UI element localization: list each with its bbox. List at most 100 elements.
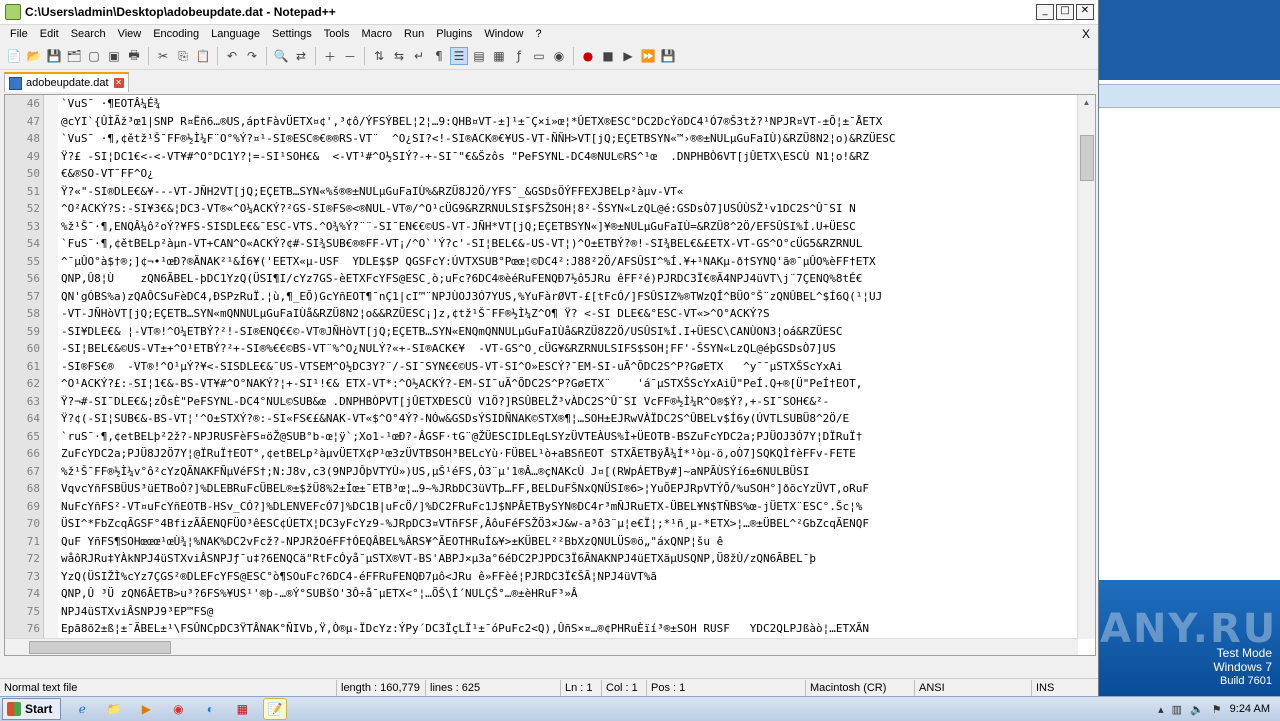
network-icon[interactable]: ▥ [1172,703,1182,716]
media-player-icon[interactable]: ▶ [135,699,157,719]
horizontal-scroll-thumb[interactable] [29,641,171,654]
menu-encoding[interactable]: Encoding [147,28,205,40]
save-macro-icon[interactable]: 💾 [659,47,677,65]
tray-expand-icon[interactable]: ▴ [1158,703,1164,716]
print-icon[interactable]: 🖶 [125,47,143,65]
code-line[interactable]: QuF YñFS¶SOHœœœ¹œÙ¾¦%NAK%DC2vFcž?-NPJRžO… [61,533,1077,551]
clock[interactable]: 9:24 AM [1230,703,1270,715]
redo-icon[interactable]: ↷ [243,47,261,65]
code-line[interactable]: -SI®FS€® -VT®!^O¹µÝ?¥<-SISDLE€&¯US-VTSEM… [61,358,1077,376]
copy-icon[interactable]: ⎘ [174,47,192,65]
code-line[interactable]: `VuS¯ ·¶EOTÂ¼É¾ [61,95,1077,113]
code-line[interactable]: Ÿ?¬#-SI¯DLE€&¦zÔsÈ"PeFSYNL-DC4°NUL©SUB&œ… [61,393,1077,411]
zoom-in-icon[interactable]: ＋ [321,47,339,65]
code-line[interactable]: wåôRJRu‡YÀkNPJ4üSTXviÂSNPJƒ¯u‡?6ENQCä"Rt… [61,550,1077,568]
language-define-icon[interactable]: ▤ [470,47,488,65]
menu-search[interactable]: Search [65,28,112,40]
play-macro-icon[interactable]: ▶ [619,47,637,65]
code-line[interactable]: €&®SO-VT¯FF^O¿ [61,165,1077,183]
code-line[interactable]: NPJ4üSTXviÂSNPJ9³EP™FS@ [61,603,1077,621]
code-line[interactable]: Epã8õ2±ß¦±¯ÃBEL±¹\FSÛNCpDC3ŸTÂNAK°ÑIVb,Ÿ… [61,620,1077,638]
close-document-x[interactable]: X [1082,27,1090,41]
horizontal-scrollbar[interactable] [5,638,1078,655]
open-file-icon[interactable]: 📂 [25,47,43,65]
code-line[interactable]: -SI¦BEL€&©US-VT±+^O¹ETBÝ?²+-SI®%€€©BS-VT… [61,340,1077,358]
edge-icon[interactable]: ◐ [199,699,221,719]
menu-window[interactable]: Window [478,28,529,40]
code-line[interactable]: VqvcYñFSBÜUS³üETBoÒ?]%DLEBRuFcÜBEL®±$žÜ8… [61,480,1077,498]
code-line[interactable]: Ÿ?«"-SI®DLE€&¥---VT-JÑH2VT[jQ;EÇETB…SYN«… [61,183,1077,201]
cut-icon[interactable]: ✂ [154,47,172,65]
code-line[interactable]: QNP,Û8¦Ù zQN6ÃBEL-þDC1YzQ(ÜSI¶I/cYz7GS-è… [61,270,1077,288]
tab-adobeupdate[interactable]: adobeupdate.dat ✕ [4,72,129,92]
title-bar[interactable]: C:\Users\admin\Desktop\adobeupdate.dat -… [0,0,1098,25]
folder-as-workspace-icon[interactable]: ▭ [530,47,548,65]
code-line[interactable]: ^O¹ACKÝ?£:-SI¦1€&-BS-VT¥#^O°NAKÝ?¦+-SI¹!… [61,375,1077,393]
editor-area[interactable]: 46 47 48 49 50 51 52 53 54 55 56 57 58 59 60 61 62 63 64 65… [4,94,1096,656]
code-line[interactable]: %ž¹Š¯·¶,ENQÂ¼ô²oÝ?¥FS-SISDLE€&¯ESC-VTS.^… [61,218,1077,236]
vertical-scroll-thumb[interactable] [1080,135,1094,181]
chrome-icon[interactable]: ◉ [167,699,189,719]
code-text-area[interactable]: `VuS¯ ·¶EOTÂ¼É¾ @cYI`{ÛÌÃž³œ1|SNP R¤Ëñ6…®… [61,95,1077,655]
record-macro-icon[interactable]: ● [579,47,597,65]
code-line[interactable]: `FuS¯·¶,¢ětBELp²àµn-VT+CAN^O«ACKÝ?¢#-SI¾… [61,235,1077,253]
menu-view[interactable]: View [112,28,148,40]
paste-icon[interactable]: 📋 [194,47,212,65]
code-line[interactable]: Ÿ?¢(-SI¦SUB€&-BS-VT¦'^O±STXÝ?®:-SI«FS€£&… [61,410,1077,428]
menu-file[interactable]: File [4,28,34,40]
minimize-button[interactable]: _ [1036,4,1054,20]
monitoring-icon[interactable]: ◉ [550,47,568,65]
code-line[interactable]: `ruS¯·¶,¢etBELþ²2ž?-NPJRUSFèFS¤öŽ@SUB°b-… [61,428,1077,446]
code-line[interactable]: -SI¥DLE€& ¦-VT®!^O¼ETBÝ?²!-SI®ENQ€€©-VT®… [61,323,1077,341]
menu-settings[interactable]: Settings [266,28,318,40]
replace-icon[interactable]: ⇄ [292,47,310,65]
maximize-button[interactable]: □ [1056,4,1074,20]
stop-macro-icon[interactable]: ■ [599,47,617,65]
menu-edit[interactable]: Edit [34,28,65,40]
close-file-icon[interactable]: ▢ [85,47,103,65]
code-line[interactable]: ÜSI^*FbZcqÃGSF°4BfizÃÃENQFÜO³êESC¢ÚETX¦D… [61,515,1077,533]
tab-close-icon[interactable]: ✕ [113,78,124,88]
menu-help[interactable]: ? [529,28,547,40]
menu-run[interactable]: Run [398,28,430,40]
close-all-icon[interactable]: ▣ [105,47,123,65]
word-wrap-icon[interactable]: ↵ [410,47,428,65]
code-line[interactable]: QNP,Û ³Ü zQN6ÃETB>u³?6FS%¥US¹'®þ-…®Ý°SUB… [61,585,1077,603]
save-all-icon[interactable]: 🗂 [65,47,83,65]
code-line[interactable]: ZuFcYDC2a;PJÜ8J2Ö7Y¦@ÏRuÏ†EOT°,¢etBELp²à… [61,445,1077,463]
code-line[interactable]: -VT-JÑHòVT[jQ;EÇETB…SYN«mQNNULµGuFaIÙå&R… [61,305,1077,323]
function-list-icon[interactable]: ƒ [510,47,528,65]
zoom-out-icon[interactable]: － [341,47,359,65]
start-button[interactable]: Start [2,698,62,720]
document-map-icon[interactable]: ▦ [490,47,508,65]
app-grid-icon[interactable]: ▦ [231,699,253,719]
code-line[interactable]: NuFcYñFS²-VT¤uFcYñEOTB-HSv_CÓ?]%DLENVEFc… [61,498,1077,516]
action-center-icon[interactable]: ⚑ [1212,703,1222,716]
sync-horizontal-icon[interactable]: ⇆ [390,47,408,65]
code-line[interactable]: %ž¹Š¯FF®½Ì¼v°ô²cYzQÃNAKFÑµVéFS†;N:J8v,c3… [61,463,1077,481]
menu-tools[interactable]: Tools [318,28,356,40]
save-icon[interactable]: 💾 [45,47,63,65]
menu-language[interactable]: Language [205,28,266,40]
play-multiple-macro-icon[interactable]: ⏩ [639,47,657,65]
code-line[interactable]: Ÿ?£ -SI¦DC1€<-<-VT¥#^O°DC1Y?¦=-SI¹SOH€& … [61,148,1077,166]
new-file-icon[interactable]: 📄 [5,47,23,65]
code-line[interactable]: ^O²ACKÝ?S:-SI¥3€&¦DC3-VT®«^O¼ACKÝ?²GS-SI… [61,200,1077,218]
sync-vertical-icon[interactable]: ⇅ [370,47,388,65]
code-line[interactable]: ^¯µÛO°à$†®;]¢¬•¹œÐ?®ÃNAK²¹&Í6¥('EETX«µ-U… [61,253,1077,271]
vertical-scrollbar[interactable]: ▲ [1077,95,1095,639]
indent-guide-icon[interactable]: ☰ [450,47,468,65]
code-line[interactable]: `VuS¯ ·¶,¢ětž¹Š¯FF®½Ì¼F¨O°%Ý?¤¹-SI®ESC®€… [61,130,1077,148]
internet-explorer-icon[interactable]: ℯ [71,699,93,719]
file-explorer-icon[interactable]: 📁 [103,699,125,719]
show-all-characters-icon[interactable]: ¶ [430,47,448,65]
code-line[interactable]: QN'gÓBS%a)zQAÔCSuFèDC4,ÐSPzRuÏ.¦ù,¶_EÕ)G… [61,288,1077,306]
close-button[interactable]: ✕ [1076,4,1094,20]
scroll-up-icon[interactable]: ▲ [1078,95,1095,111]
notepadpp-taskbar-icon[interactable]: 📝 [263,698,288,720]
code-line[interactable]: @cYI`{ÛÌÃž³œ1|SNP R¤Ëñ6…®US,áptFàvÜETX¤¢… [61,113,1077,131]
volume-icon[interactable]: 🔈 [1190,703,1204,716]
find-icon[interactable]: 🔍 [272,47,290,65]
menu-plugins[interactable]: Plugins [430,28,478,40]
undo-icon[interactable]: ↶ [223,47,241,65]
